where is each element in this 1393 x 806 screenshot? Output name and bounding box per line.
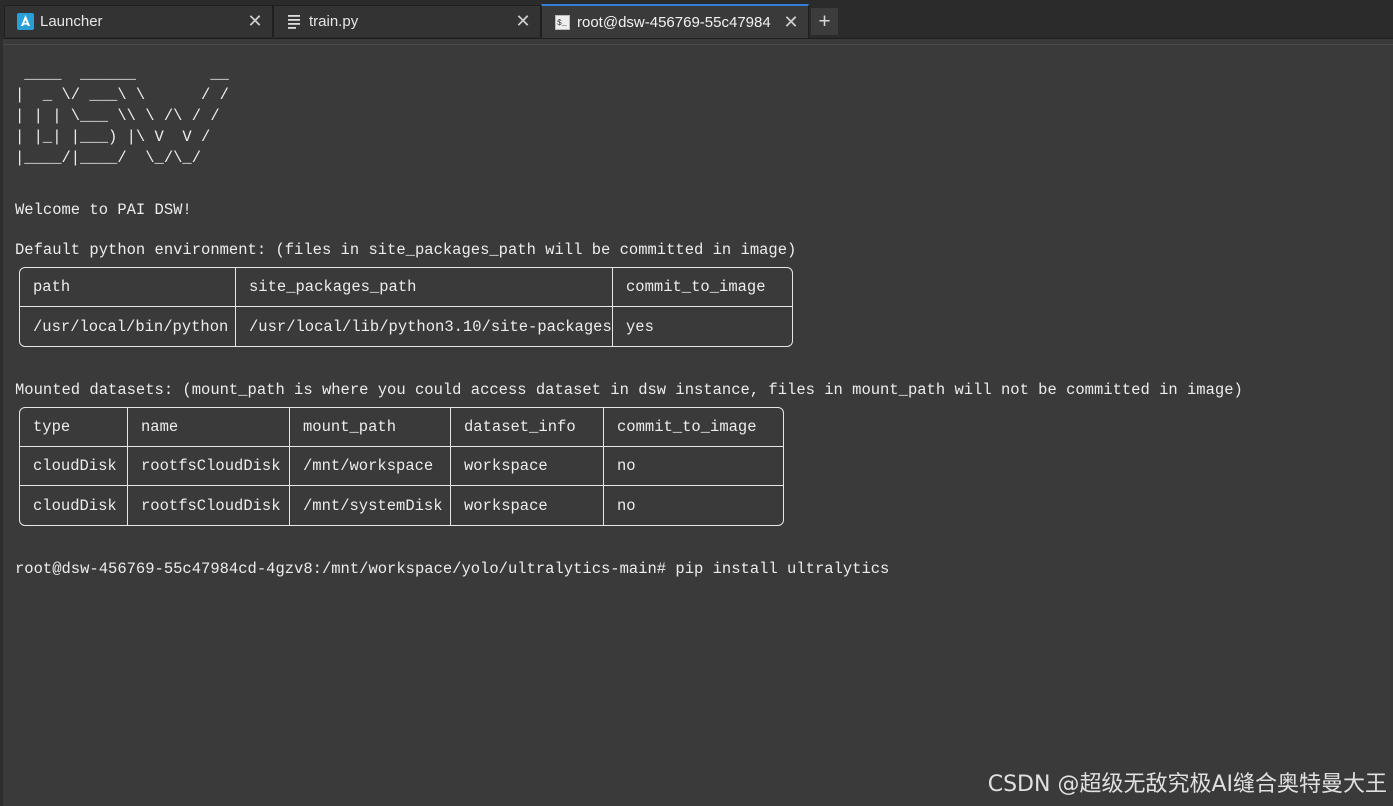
launcher-icon: [16, 13, 34, 31]
tab-label: Launcher: [40, 13, 103, 30]
banner-line: | |_| |___) |\ V V /: [15, 128, 211, 146]
table-header-cell: dataset_info: [451, 408, 604, 447]
table-row: /usr/local/bin/python /usr/local/lib/pyt…: [20, 307, 792, 346]
table-header-row: type name mount_path dataset_info commit…: [20, 408, 783, 447]
table-header-cell: name: [128, 408, 290, 447]
table-cell: cloudDisk: [20, 447, 128, 486]
table-cell: /usr/local/bin/python: [20, 307, 236, 346]
welcome-text: Welcome to PAI DSW!: [15, 201, 192, 219]
command-line[interactable]: root@dsw-456769-55c47984cd-4gzv8:/mnt/wo…: [15, 559, 889, 579]
env-intro-text: Default python environment: (files in si…: [15, 241, 797, 259]
tab-label: root@dsw-456769-55c47984: [577, 13, 771, 31]
python-env-table: path site_packages_path commit_to_image …: [19, 267, 793, 347]
table-cell: rootfsCloudDisk: [128, 486, 290, 525]
tab-label: train.py: [309, 13, 359, 30]
command-text: pip install ultralytics: [675, 560, 890, 578]
add-tab-button[interactable]: +: [810, 7, 839, 36]
close-icon[interactable]: ✕: [512, 11, 534, 33]
datasets-intro-text: Mounted datasets: (mount_path is where y…: [15, 381, 1243, 399]
text-file-icon: [285, 13, 303, 31]
table-row: cloudDisk rootfsCloudDisk /mnt/workspace…: [20, 447, 783, 486]
table-cell: workspace: [451, 486, 604, 525]
close-icon[interactable]: ✕: [244, 11, 266, 33]
banner-line: | | | \___ \\ \ /\ / /: [15, 107, 220, 125]
tab-train-py[interactable]: train.py ✕: [273, 5, 541, 37]
svg-text:$_: $_: [557, 19, 567, 28]
table-cell: rootfsCloudDisk: [128, 447, 290, 486]
left-edge: [0, 38, 3, 806]
mounted-datasets-table: type name mount_path dataset_info commit…: [19, 407, 784, 526]
watermark: CSDN @超级无敌究极AI缝合奥特曼大王: [987, 772, 1387, 797]
tab-terminal[interactable]: $_ root@dsw-456769-55c47984 ✕: [541, 4, 809, 38]
banner-line: |____/|____/ \_/\_/: [15, 149, 202, 167]
table-header-cell: commit_to_image: [613, 268, 792, 307]
banner-line: | _ \/ ___\ \ / /: [15, 86, 229, 104]
dsw-ascii-banner: ____ ______ __ | _ \/ ___\ \ / / | | | \__…: [15, 64, 229, 169]
terminal-icon: $_: [553, 13, 571, 31]
terminal-divider: [3, 44, 1393, 45]
tab-bar: Launcher ✕ train.py ✕ $_ root@dsw-456769…: [0, 0, 1393, 39]
table-header-cell: site_packages_path: [236, 268, 613, 307]
table-cell: /usr/local/lib/python3.10/site-packages: [236, 307, 613, 346]
table-cell: yes: [626, 317, 654, 336]
table-cell: no: [604, 447, 783, 486]
table-cell: /mnt/systemDisk: [290, 486, 451, 525]
shell-prompt: root@dsw-456769-55c47984cd-4gzv8:/mnt/wo…: [15, 560, 667, 578]
table-cell: /mnt/workspace: [290, 447, 451, 486]
banner-line: ____ ______ __: [15, 65, 229, 83]
table-header-row: path site_packages_path commit_to_image: [20, 268, 792, 307]
table-cell: workspace: [451, 447, 604, 486]
table-header-cell: commit_to_image: [604, 408, 783, 447]
table-header-cell: mount_path: [290, 408, 451, 447]
close-icon[interactable]: ✕: [780, 11, 802, 33]
table-row: cloudDisk rootfsCloudDisk /mnt/systemDis…: [20, 486, 783, 525]
tab-launcher[interactable]: Launcher ✕: [4, 5, 273, 37]
table-cell: cloudDisk: [20, 486, 128, 525]
table-cell: no: [617, 496, 636, 515]
table-header-cell: type: [20, 408, 128, 447]
table-header-cell: path: [20, 268, 236, 307]
